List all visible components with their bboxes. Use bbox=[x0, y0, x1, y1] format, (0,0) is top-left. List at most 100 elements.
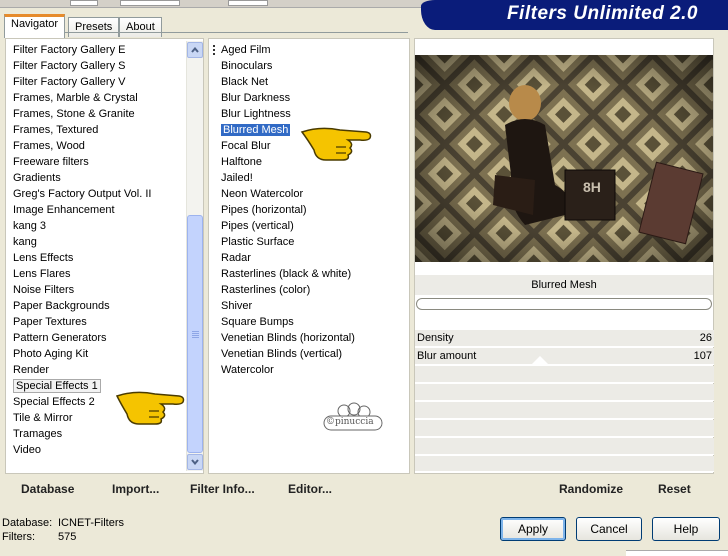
filter-item-label: Binoculars bbox=[221, 60, 273, 72]
filter-item[interactable]: Pipes (horizontal) bbox=[221, 202, 401, 218]
filter-item-label: Halftone bbox=[221, 156, 262, 168]
param-value: 26 bbox=[699, 332, 712, 344]
filter-item[interactable]: Rasterlines (color) bbox=[221, 282, 401, 298]
filter-item[interactable]: Plastic Surface bbox=[221, 234, 401, 250]
status-filters-label: Filters: bbox=[2, 531, 35, 543]
category-item[interactable]: Frames, Wood bbox=[13, 138, 185, 154]
watermark-logo: ©pinuccia bbox=[322, 402, 384, 438]
category-item[interactable]: Paper Textures bbox=[13, 314, 185, 330]
param-label: Density bbox=[417, 332, 454, 344]
category-item-label: Filter Factory Gallery S bbox=[13, 60, 126, 72]
filter-item-label: Blur Lightness bbox=[221, 108, 291, 120]
filter-item-label: Blur Darkness bbox=[221, 92, 291, 104]
filter-item[interactable]: Pipes (vertical) bbox=[221, 218, 401, 234]
category-item[interactable]: Frames, Stone & Granite bbox=[13, 106, 185, 122]
filter-item[interactable]: Binoculars bbox=[221, 58, 401, 74]
filter-item[interactable]: Blur Darkness bbox=[221, 90, 401, 106]
editor-button[interactable]: Editor... bbox=[288, 482, 332, 496]
category-item-label: Tramages bbox=[13, 428, 63, 440]
category-item-label: Video bbox=[13, 444, 41, 456]
category-item[interactable]: Gradients bbox=[13, 170, 185, 186]
scroll-thumb[interactable] bbox=[187, 215, 203, 453]
filter-item[interactable]: Watercolor bbox=[221, 362, 401, 378]
filter-item-label: Rasterlines (color) bbox=[221, 284, 311, 296]
filter-item-label: Focal Blur bbox=[221, 140, 271, 152]
scroll-up-button[interactable] bbox=[187, 42, 203, 58]
category-item[interactable]: Filter Factory Gallery S bbox=[13, 58, 185, 74]
import-button[interactable]: Import... bbox=[112, 482, 159, 496]
param-row-empty bbox=[415, 384, 714, 401]
status-database-label: Database: bbox=[2, 517, 53, 529]
param-row-blur-amount[interactable]: Blur amount 107 bbox=[415, 348, 714, 365]
category-item[interactable]: kang bbox=[13, 234, 185, 250]
param-row-empty bbox=[415, 438, 714, 455]
filter-info-button[interactable]: Filter Info... bbox=[190, 482, 255, 496]
chevron-up-icon bbox=[191, 47, 199, 53]
filter-item[interactable]: Jailed! bbox=[221, 170, 401, 186]
category-item[interactable]: Video bbox=[13, 442, 185, 458]
param-value: 107 bbox=[693, 350, 712, 362]
scroll-down-button[interactable] bbox=[187, 454, 203, 470]
filter-item[interactable]: Venetian Blinds (vertical) bbox=[221, 346, 401, 362]
category-item[interactable]: Photo Aging Kit bbox=[13, 346, 185, 362]
filter-item[interactable]: Shiver bbox=[221, 298, 401, 314]
category-item[interactable]: Noise Filters bbox=[13, 282, 185, 298]
filter-list[interactable]: Aged Film Binoculars Black Net Blur Darknes… bbox=[219, 42, 401, 378]
category-item[interactable]: Frames, Marble & Crystal bbox=[13, 90, 185, 106]
filter-item[interactable]: Square Bumps bbox=[221, 314, 401, 330]
category-item[interactable]: Tramages bbox=[13, 426, 185, 442]
category-item[interactable]: Frames, Textured bbox=[13, 122, 185, 138]
filter-item-label: Venetian Blinds (vertical) bbox=[221, 348, 343, 360]
filter-item-label: Rasterlines (black & white) bbox=[221, 268, 352, 280]
reset-button[interactable]: Reset bbox=[658, 482, 691, 496]
database-button[interactable]: Database bbox=[21, 482, 74, 496]
tab-presets[interactable]: Presets bbox=[68, 17, 120, 37]
category-scrollbar[interactable] bbox=[186, 41, 203, 471]
apply-button[interactable]: Apply bbox=[500, 517, 566, 541]
filter-item[interactable]: Black Net bbox=[221, 74, 401, 90]
filter-item[interactable]: Radar bbox=[221, 250, 401, 266]
category-item-label: Greg's Factory Output Vol. II bbox=[13, 188, 152, 200]
filter-item[interactable]: Venetian Blinds (horizontal) bbox=[221, 330, 401, 346]
category-item-label: kang bbox=[13, 236, 37, 248]
category-item[interactable]: Filter Factory Gallery E bbox=[13, 42, 185, 58]
category-item[interactable]: Freeware filters bbox=[13, 154, 185, 170]
category-item[interactable]: Image Enhancement bbox=[13, 202, 185, 218]
param-row-empty bbox=[415, 420, 714, 437]
category-item[interactable]: kang 3 bbox=[13, 218, 185, 234]
tab-navigator[interactable]: Navigator bbox=[4, 14, 66, 38]
cancel-button[interactable]: Cancel bbox=[576, 517, 642, 541]
category-item[interactable]: Greg's Factory Output Vol. II bbox=[13, 186, 185, 202]
category-item[interactable]: Filter Factory Gallery V bbox=[13, 74, 185, 90]
filter-item-label: Jailed! bbox=[221, 172, 253, 184]
category-item-label: kang 3 bbox=[13, 220, 47, 232]
filter-item-label: Neon Watercolor bbox=[221, 188, 304, 200]
category-item[interactable]: Pattern Generators bbox=[13, 330, 185, 346]
pointing-hand-icon bbox=[300, 127, 372, 161]
slider-marker-icon bbox=[532, 356, 548, 364]
category-item-label: Freeware filters bbox=[13, 156, 89, 168]
param-row-density[interactable]: Density 26 bbox=[415, 330, 714, 347]
filter-item[interactable]: Rasterlines (black & white) bbox=[221, 266, 401, 282]
bottom-edge bbox=[626, 550, 728, 556]
category-item-label: Image Enhancement bbox=[13, 204, 115, 216]
preview-image[interactable]: 8H bbox=[415, 55, 713, 262]
filter-item[interactable]: Aged Film bbox=[221, 42, 401, 58]
banner-title: Filters Unlimited 2.0 bbox=[506, 3, 698, 24]
category-item[interactable]: Lens Effects bbox=[13, 250, 185, 266]
category-item-label: Special Effects 2 bbox=[13, 396, 95, 408]
category-item[interactable]: Render bbox=[13, 362, 185, 378]
category-item-label: Frames, Textured bbox=[13, 124, 99, 136]
randomize-button[interactable]: Randomize bbox=[559, 482, 623, 496]
category-item-label: Special Effects 1 bbox=[13, 379, 101, 393]
filter-item[interactable]: Blur Lightness bbox=[221, 106, 401, 122]
tab-about[interactable]: About bbox=[119, 17, 162, 37]
drag-handle bbox=[213, 45, 217, 55]
filter-item-label: Watercolor bbox=[221, 364, 274, 376]
category-item-label: Pattern Generators bbox=[13, 332, 107, 344]
help-button[interactable]: Help bbox=[652, 517, 720, 541]
category-item[interactable]: Lens Flares bbox=[13, 266, 185, 282]
category-item[interactable]: Paper Backgrounds bbox=[13, 298, 185, 314]
filter-item-label: Shiver bbox=[221, 300, 253, 312]
filter-item[interactable]: Neon Watercolor bbox=[221, 186, 401, 202]
